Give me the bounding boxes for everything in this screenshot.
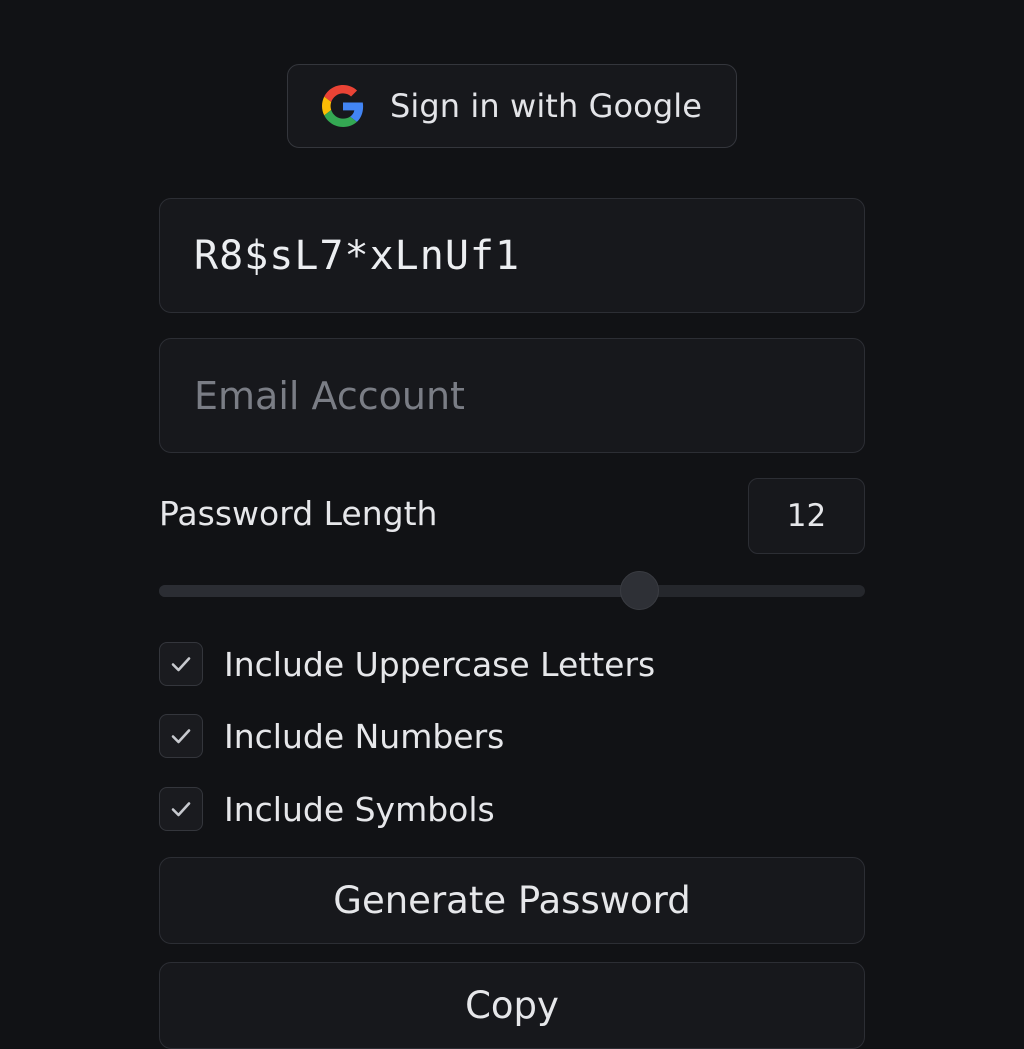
email-account-field[interactable] [159,338,865,453]
include-symbols-option[interactable]: Include Symbols [159,787,495,831]
sign-in-with-google-button[interactable]: Sign in with Google [287,64,737,148]
generate-password-button[interactable]: Generate Password [159,857,865,944]
email-account-input[interactable] [194,373,864,418]
include-symbols-checkbox[interactable] [159,787,203,831]
password-length-label: Password Length [159,494,438,533]
include-numbers-checkbox[interactable] [159,714,203,758]
include-uppercase-label: Include Uppercase Letters [224,644,656,684]
google-g-icon [321,85,364,127]
generated-password-field[interactable]: R8$sL7*xLnUf1 [159,198,865,313]
include-numbers-option[interactable]: Include Numbers [159,714,504,758]
include-symbols-label: Include Symbols [224,789,495,829]
password-length-slider-track[interactable] [159,585,865,597]
password-length-slider-fill [159,585,640,597]
password-length-value[interactable]: 12 [748,478,865,554]
checkmark-icon [171,802,191,817]
include-numbers-label: Include Numbers [224,716,505,756]
sign-in-with-google-label: Sign in with Google [389,87,703,125]
checkmark-icon [171,729,191,744]
checkmark-icon [171,657,191,672]
include-uppercase-checkbox[interactable] [159,642,203,686]
password-length-slider-thumb[interactable] [619,571,659,610]
include-uppercase-option[interactable]: Include Uppercase Letters [159,642,655,686]
copy-button[interactable]: Copy [159,962,865,1049]
generated-password-value: R8$sL7*xLnUf1 [194,232,521,279]
